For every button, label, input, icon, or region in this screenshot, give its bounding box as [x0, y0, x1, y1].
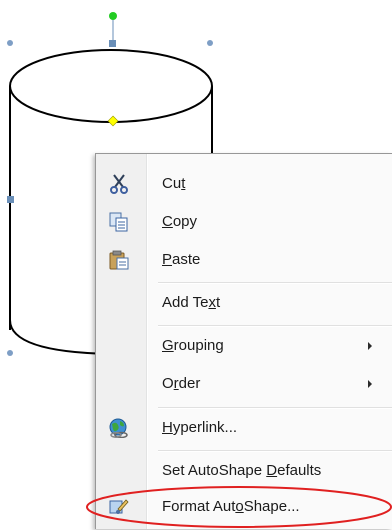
menu-item-set-autoshape-defaults[interactable]: Set AutoShape Defaults: [96, 452, 392, 490]
selection-handle-top-left[interactable]: [7, 40, 13, 46]
menu-item-label: Set AutoShape Defaults: [162, 462, 322, 479]
selection-handle-middle-left[interactable]: [7, 196, 14, 203]
paste-icon: [109, 250, 129, 270]
menu-item-label: Add Text: [162, 294, 221, 311]
menu-item-label: Cut: [162, 175, 186, 192]
menu-item-copy[interactable]: Copy: [96, 203, 392, 241]
format-autoshape-icon: [109, 499, 129, 514]
menu-item-grouping[interactable]: Grouping: [96, 327, 392, 365]
selection-handle-top-center[interactable]: [109, 40, 116, 47]
menu-item-order[interactable]: Order: [96, 365, 392, 403]
copy-icon: [109, 212, 128, 232]
menu-item-add-text[interactable]: Add Text: [96, 284, 392, 322]
selection-handle-top-right[interactable]: [207, 40, 213, 46]
context-menu: Cut Copy Paste Add Text Grouping Order H…: [95, 153, 392, 529]
submenu-arrow-icon: [368, 342, 372, 350]
menu-item-paste[interactable]: Paste: [96, 241, 392, 279]
menu-item-label: Hyperlink...: [162, 419, 238, 436]
scissors-icon: [110, 174, 128, 194]
menu-item-label: Copy: [162, 213, 198, 230]
menu-item-label: Paste: [162, 251, 201, 268]
menu-item-label: Order: [162, 375, 201, 392]
menu-item-label: Format AutoShape...: [162, 498, 300, 515]
selection-handle-bottom-left[interactable]: [7, 350, 13, 356]
menu-item-hyperlink[interactable]: Hyperlink...: [96, 409, 392, 447]
menu-item-cut[interactable]: Cut: [96, 165, 392, 203]
rotation-handle[interactable]: [109, 12, 117, 20]
hyperlink-globe-icon: [109, 418, 128, 438]
menu-item-format-autoshape[interactable]: Format AutoShape...: [96, 488, 392, 526]
menu-item-label: Grouping: [162, 337, 224, 354]
submenu-arrow-icon: [368, 380, 372, 388]
